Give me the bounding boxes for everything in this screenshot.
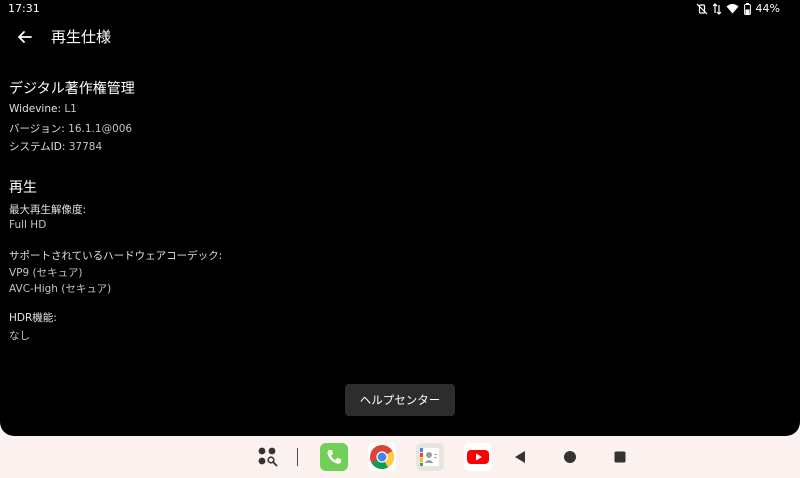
- help-center-button[interactable]: ヘルプセンター: [345, 384, 455, 416]
- app-screen: 17:31 44% 再生仕様 デジタル著作権管理 Widevine: L1 バー…: [0, 0, 800, 436]
- system-id-label: システムID:: [9, 141, 66, 153]
- back-arrow-icon[interactable]: [14, 26, 36, 48]
- status-time: 17:31: [8, 2, 40, 15]
- system-id-row: システムID: 37784: [9, 139, 102, 154]
- system-id-value: 37784: [68, 141, 103, 153]
- status-bar: 17:31 44%: [0, 0, 800, 18]
- codec-item: VP9 (セキュア): [9, 267, 83, 279]
- widevine-row: Widevine: L1: [9, 103, 77, 115]
- codec-item: AVC-High (セキュア): [9, 283, 112, 295]
- wifi-icon: [726, 3, 739, 14]
- codecs-label: サポートされているハードウェアコーデック:: [9, 250, 223, 262]
- nav-home-icon[interactable]: [556, 443, 584, 471]
- playback-heading: 再生: [9, 180, 37, 196]
- hdr-value: なし: [9, 330, 30, 342]
- taskbar: [0, 436, 800, 478]
- max-resolution-label: 最大再生解像度:: [9, 204, 87, 216]
- version-value: 16.1.1@006: [68, 123, 133, 135]
- hdr-label: HDR機能:: [9, 312, 57, 324]
- battery-percent: 44%: [755, 2, 780, 15]
- youtube-icon[interactable]: [464, 443, 492, 471]
- max-resolution-value: Full HD: [9, 219, 47, 231]
- drm-heading: デジタル著作権管理: [9, 81, 135, 97]
- version-label: バージョン:: [9, 123, 65, 135]
- chrome-icon[interactable]: [368, 443, 396, 471]
- app-bar: 再生仕様: [0, 20, 800, 54]
- contacts-icon[interactable]: [416, 443, 444, 471]
- apps-icon[interactable]: [254, 443, 282, 471]
- widevine-value: L1: [64, 103, 77, 115]
- status-icons: 44%: [696, 2, 780, 15]
- page-title: 再生仕様: [51, 28, 112, 46]
- phone-icon[interactable]: [320, 443, 348, 471]
- widevine-label: Widevine:: [9, 103, 61, 115]
- vibrate-off-icon: [696, 3, 708, 15]
- taskbar-divider: [297, 448, 298, 466]
- version-row: バージョン: 16.1.1@006: [9, 121, 132, 136]
- nav-recents-icon[interactable]: [606, 443, 634, 471]
- data-transfer-icon: [712, 2, 721, 15]
- nav-back-icon[interactable]: [506, 443, 534, 471]
- battery-icon: [743, 2, 751, 15]
